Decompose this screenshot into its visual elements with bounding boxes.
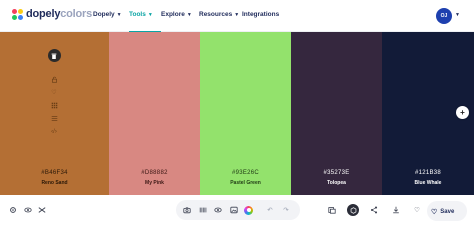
trash-icon[interactable] [47,49,61,62]
camera-icon[interactable] [182,205,192,215]
eye-icon[interactable] [213,205,223,215]
logo-mark-icon [12,8,23,20]
top-navbar: dopelycolors Dopely ▼ Tools ▼ Explore ▼ Res… [0,0,474,33]
swatch-reno-sand[interactable]: ♡ ‹/› #B46F34 Reno Sand [0,32,109,195]
chevron-down-icon: ▼ [116,12,122,18]
chevron-down-icon: ▼ [147,12,153,18]
nav-label: Dopely [93,11,115,18]
swatch-name: Tolopea [327,180,346,186]
heart-icon[interactable]: ♡ [49,89,59,97]
settings-icon[interactable] [8,205,18,215]
color-wheel-icon[interactable] [244,205,253,215]
heart-icon: ♡ [431,208,438,216]
nav-label: Tools [129,11,146,18]
chevron-down-icon: ▼ [234,12,240,18]
menu-icon[interactable] [49,115,59,123]
swatch-hex[interactable]: #35273E [291,170,382,176]
swatch-tolopea[interactable]: #35273E Tolopea [291,32,382,195]
nav-item-integrations[interactable]: Integrations [242,11,282,33]
chevron-down-icon: ▼ [186,12,192,18]
main-nav: Dopely ▼ Tools ▼ Explore ▼ Resources ▼ Integ… [93,11,282,33]
logo-text-bold: dopely [26,8,61,20]
swatch-hex[interactable]: #B46F34 [0,170,109,176]
save-button[interactable]: ♡ Save [431,205,454,218]
color-palette: ♡ ‹/› #B46F34 Reno Sand #D88882 My Pink … [0,32,474,195]
swatch-hex[interactable]: #D88882 [109,170,200,176]
save-button-label: Save [440,208,455,215]
nav-item-explore[interactable]: Explore ▼ [161,11,199,33]
add-color-plus-icon[interactable]: + [456,106,469,119]
nav-label: Integrations [242,11,280,18]
heart-icon[interactable]: ♡ [412,205,422,215]
nav-item-resources[interactable]: Resources ▼ [199,11,242,33]
dark-mode-icon[interactable] [347,204,359,216]
shuffle-icon[interactable] [37,205,47,215]
nav-item-dopely[interactable]: Dopely ▼ [93,11,129,33]
download-icon[interactable] [391,205,401,215]
swatch-hex[interactable]: #121B38 [382,170,474,176]
swatch-name: Reno Sand [41,180,68,186]
barcode-icon[interactable] [198,205,208,215]
swatch-my-pink[interactable]: #D88882 My Pink [109,32,200,195]
swatch-tools: ♡ ‹/› [46,49,62,136]
grid-icon[interactable] [49,102,59,110]
image-icon[interactable] [229,205,239,215]
nav-label: Resources [199,11,233,18]
swatch-pastel-green[interactable]: #93E26C Pastel Green [200,32,291,195]
avatar[interactable]: OJ [436,8,452,24]
swatch-hex[interactable]: #93E26C [200,170,291,176]
redo-icon[interactable]: ↷ [281,205,291,215]
nav-label: Explore [161,11,185,18]
swatch-name: Blue Whale [414,180,442,186]
logo-text-light: colors [60,8,93,20]
eye-icon[interactable] [23,205,33,215]
logo[interactable]: dopelycolors [12,8,92,20]
swatch-name: My Pink [145,180,164,186]
chevron-down-icon[interactable]: ▼ [455,12,460,18]
share-icon[interactable] [369,205,379,215]
undo-icon[interactable]: ↶ [265,205,275,215]
lock-icon[interactable] [49,76,59,84]
logo-text: dopelycolors [26,8,92,20]
library-icon[interactable] [327,205,337,215]
nav-item-tools[interactable]: Tools ▼ [129,11,161,33]
code-icon[interactable]: ‹/› [49,128,59,136]
swatch-name: Pastel Green [230,180,261,186]
